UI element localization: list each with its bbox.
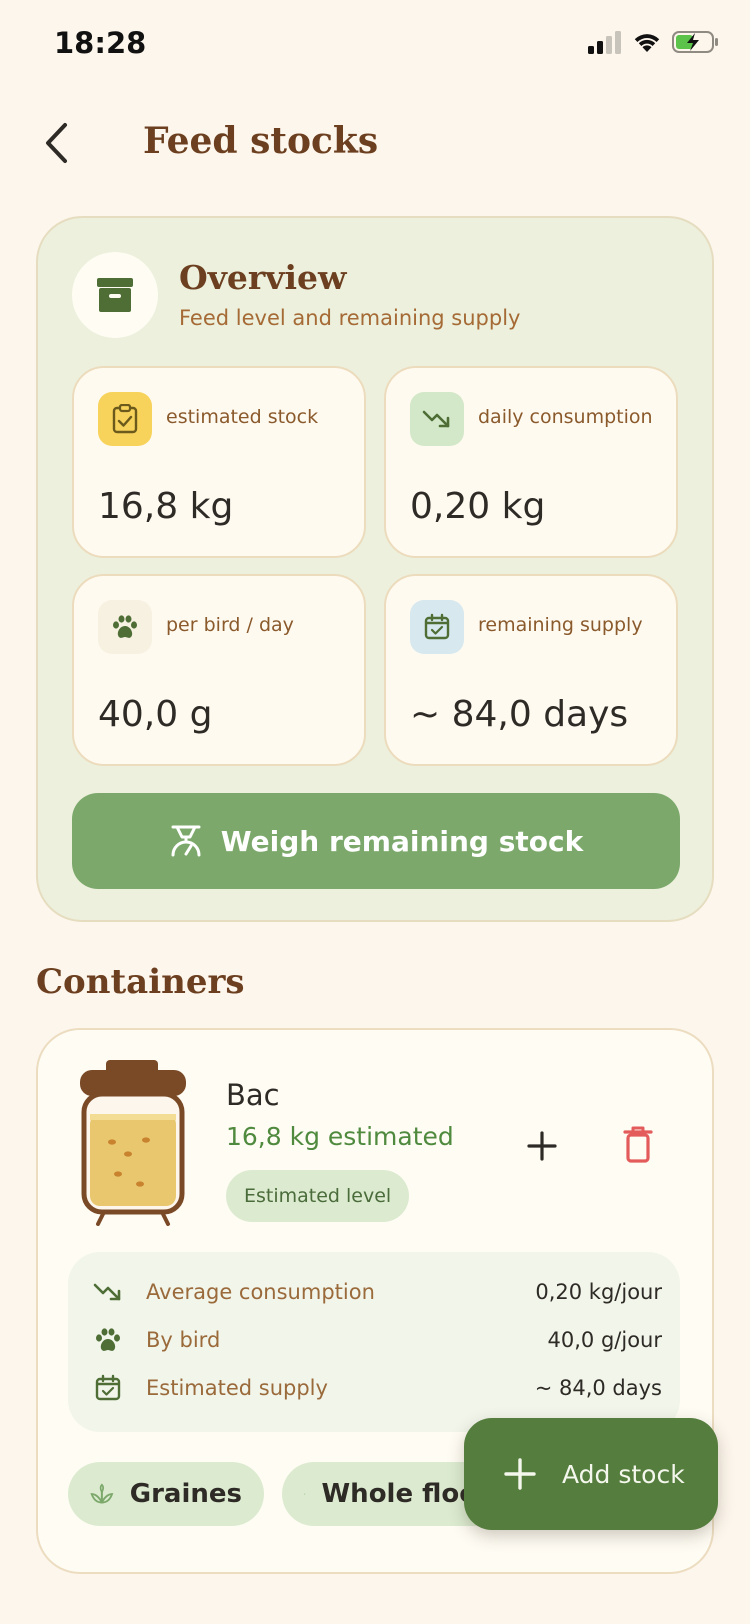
detail-label: Estimated supply [146, 1376, 328, 1400]
scale-icon [171, 825, 201, 857]
overview-subtitle: Feed level and remaining supply [179, 306, 521, 330]
add-stock-fab[interactable]: Add stock [464, 1418, 718, 1530]
overview-title: Overview [179, 258, 347, 297]
container-name: Bac [226, 1078, 280, 1112]
status-time: 18:28 [54, 26, 147, 60]
calendar-check-icon [92, 1372, 124, 1404]
containers-title: Containers [36, 962, 245, 1002]
paw-icon [304, 1493, 306, 1495]
trending-down-icon [92, 1276, 124, 1308]
stat-value: 16,8 kg [98, 486, 234, 527]
detail-value: 40,0 g/jour [547, 1328, 662, 1352]
plus-icon [504, 1458, 536, 1490]
back-button[interactable] [36, 118, 76, 168]
stat-value: ~ 84,0 days [410, 694, 629, 735]
calendar-check-icon [410, 600, 464, 654]
sprout-icon [90, 1483, 114, 1504]
stat-value: 0,20 kg [410, 486, 546, 527]
add-to-container-button[interactable] [522, 1126, 562, 1166]
status-bar: 18:28 [0, 0, 750, 90]
trending-down-icon [410, 392, 464, 446]
paw-icon [92, 1324, 124, 1356]
weigh-button-label: Weigh remaining stock [220, 824, 584, 858]
stat-remaining-supply: remaining supply ~ 84,0 days [384, 574, 678, 766]
delete-container-button[interactable] [618, 1122, 658, 1166]
chevron-left-icon [46, 123, 67, 163]
wifi-icon [632, 30, 662, 58]
stat-per-bird-day: per bird / day 40,0 g [72, 574, 366, 766]
stat-label: per bird / day [166, 614, 294, 636]
stat-daily-consumption: daily consumption 0,20 kg [384, 366, 678, 558]
detail-value: ~ 84,0 days [534, 1376, 662, 1400]
container-details: Average consumption 0,20 kg/jour By bird… [68, 1252, 680, 1432]
detail-row: Average consumption 0,20 kg/jour [92, 1272, 662, 1312]
detail-row: By bird 40,0 g/jour [92, 1320, 662, 1360]
stat-value: 40,0 g [98, 694, 213, 735]
plus-icon [527, 1131, 557, 1161]
feed-jar-icon [78, 1060, 188, 1230]
detail-row: Estimated supply ~ 84,0 days [92, 1368, 662, 1408]
stat-estimated-stock: estimated stock 16,8 kg [72, 366, 366, 558]
weigh-remaining-stock-button[interactable]: Weigh remaining stock [72, 793, 680, 889]
stat-label: remaining supply [478, 614, 643, 636]
battery-charging-icon [672, 30, 720, 58]
container-amount: 16,8 kg estimated [226, 1122, 454, 1151]
clipboard-check-icon [98, 392, 152, 446]
tag-label: Graines [129, 1479, 242, 1509]
trash-icon [623, 1126, 653, 1163]
detail-value: 0,20 kg/jour [535, 1280, 662, 1304]
status-icons [588, 30, 720, 58]
page-title: Feed stocks [143, 120, 379, 162]
overview-card: Overview Feed level and remaining supply… [36, 216, 714, 922]
add-stock-label: Add stock [562, 1459, 685, 1489]
detail-label: Average consumption [146, 1280, 375, 1304]
tag-chip-graines[interactable]: Graines [68, 1462, 264, 1526]
stat-label: estimated stock [166, 406, 319, 428]
detail-label: By bird [146, 1328, 221, 1352]
estimated-level-badge: Estimated level [226, 1170, 410, 1222]
signal-icon [588, 30, 622, 58]
archive-box-icon [72, 252, 158, 338]
stat-label: daily consumption [478, 406, 653, 428]
paw-icon [98, 600, 152, 654]
